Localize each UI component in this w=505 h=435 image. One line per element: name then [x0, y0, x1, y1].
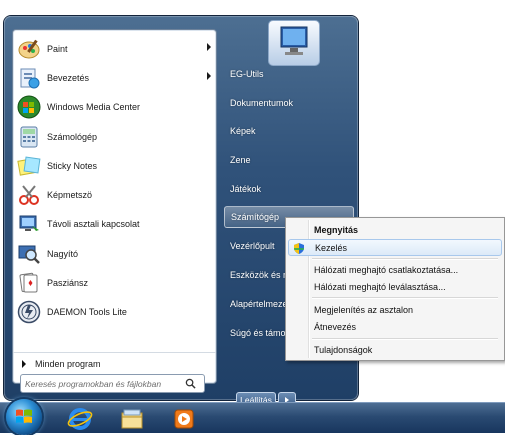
magnifier-icon	[17, 242, 41, 266]
program-label: Képmetszö	[47, 190, 93, 201]
submenu-arrow-icon	[207, 72, 211, 81]
context-item-label: Átnevezés	[314, 321, 357, 332]
solitaire-icon	[17, 271, 41, 295]
media-player-icon[interactable]	[166, 406, 202, 432]
program-item-sticky-notes[interactable]: Sticky Notes	[13, 151, 216, 180]
program-label: Windows Media Center	[47, 102, 141, 113]
paint-icon	[17, 37, 41, 61]
search-input[interactable]	[25, 376, 185, 391]
program-label: Bevezetés	[47, 72, 90, 83]
daemon-tools-icon	[17, 300, 41, 324]
program-label: Távoli asztali kapcsolat	[47, 219, 140, 230]
program-item-magnifier[interactable]: Nagyító	[13, 239, 216, 268]
programs-pane: Paint Bevezetés Windows Media Center Szá…	[12, 29, 217, 384]
context-item-manage[interactable]: Kezelés	[288, 239, 502, 256]
uac-shield-icon	[294, 243, 304, 254]
context-item-properties[interactable]: Tulajdonságok	[288, 341, 502, 358]
context-item-map-network-drive[interactable]: Hálózati meghajtó csatlakoztatása...	[288, 261, 502, 278]
context-item-label: Megnyitás	[314, 224, 359, 235]
program-label: Paint	[47, 43, 68, 54]
remote-desktop-icon	[17, 212, 41, 236]
program-item-paint[interactable]: Paint	[13, 34, 216, 63]
submenu-arrow-icon	[207, 43, 211, 51]
program-label: DAEMON Tools Lite	[47, 307, 127, 318]
context-item-label: Hálózati meghajtó csatlakoztatása...	[314, 264, 459, 275]
internet-explorer-icon[interactable]	[62, 406, 98, 432]
search-icon[interactable]	[185, 378, 196, 389]
context-item-disconnect-network-drive[interactable]: Hálózati meghajtó leválasztása...	[288, 278, 502, 295]
context-menu: Megnyitás Kezelés Hálózati meghajtó csat…	[285, 217, 505, 361]
all-programs-button[interactable]: Minden program	[13, 352, 216, 375]
right-link-label: Alapértelmeze	[230, 299, 288, 309]
context-item-label: Hálózati meghajtó leválasztása...	[314, 281, 446, 292]
getting-started-icon	[17, 66, 41, 90]
right-link-label: Súgó és támo	[230, 328, 286, 338]
program-list: Paint Bevezetés Windows Media Center Szá…	[13, 30, 216, 327]
context-item-label: Tulajdonságok	[314, 344, 373, 355]
right-link-pictures[interactable]: Képek	[224, 120, 354, 142]
taskbar	[0, 399, 505, 435]
search-box[interactable]	[20, 374, 205, 393]
context-item-label: Megjelenítés az asztalon	[314, 304, 414, 315]
right-link-label: Dokumentumok	[230, 98, 294, 108]
right-link-documents[interactable]: Dokumentumok	[224, 92, 354, 114]
all-programs-label: Minden program	[35, 359, 101, 369]
right-link-label: Játékok	[230, 184, 262, 194]
program-item-calculator[interactable]: Számológép	[13, 122, 216, 151]
right-link-games[interactable]: Játékok	[224, 178, 354, 200]
program-label: Pasziánsz	[47, 278, 89, 289]
file-explorer-icon[interactable]	[114, 406, 150, 432]
snipping-tool-icon	[17, 183, 41, 207]
context-item-rename[interactable]: Átnevezés	[288, 318, 502, 335]
program-item-solitaire[interactable]: Pasziánsz	[13, 268, 216, 297]
sticky-notes-icon	[17, 154, 41, 178]
chevron-right-icon	[22, 360, 26, 368]
context-item-label: Kezelés	[315, 242, 348, 253]
program-item-media-center[interactable]: Windows Media Center	[13, 93, 216, 122]
program-item-daemon-tools[interactable]: DAEMON Tools Lite	[13, 298, 216, 327]
context-item-open[interactable]: Megnyitás	[288, 221, 502, 238]
program-label: Számológép	[47, 131, 98, 142]
calculator-icon	[17, 125, 41, 149]
context-item-show-on-desktop[interactable]: Megjelenítés az asztalon	[288, 301, 502, 318]
right-link-label: Számítógép	[231, 212, 280, 222]
right-link-eg-utils[interactable]: EG-Utils	[224, 63, 354, 85]
right-link-label: EG-Utils	[230, 69, 264, 79]
program-item-remote-desktop[interactable]: Távoli asztali kapcsolat	[13, 210, 216, 239]
program-item-snipping-tool[interactable]: Képmetszö	[13, 180, 216, 209]
right-link-label: Eszközök és ny	[230, 270, 293, 280]
start-orb-icon[interactable]	[6, 399, 42, 435]
menu-separator	[312, 338, 498, 340]
right-link-label: Vezérlőpult	[230, 241, 275, 251]
computer-monitor-icon	[280, 26, 308, 55]
program-label: Sticky Notes	[47, 160, 98, 171]
program-item-getting-started[interactable]: Bevezetés	[13, 63, 216, 92]
menu-separator	[312, 297, 498, 299]
program-label: Nagyító	[47, 248, 79, 259]
user-picture[interactable]	[268, 20, 320, 66]
media-center-icon	[17, 95, 41, 119]
right-link-label: Zene	[230, 155, 251, 165]
menu-separator	[312, 258, 498, 260]
right-link-label: Képek	[230, 126, 256, 136]
right-link-music[interactable]: Zene	[224, 149, 354, 171]
